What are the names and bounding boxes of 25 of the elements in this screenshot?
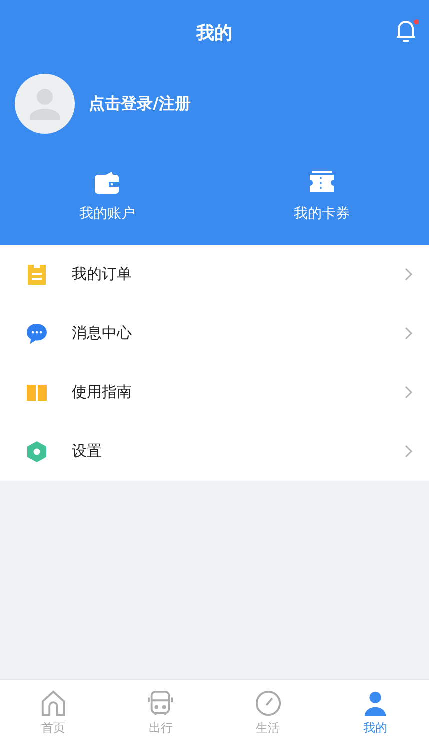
login-link[interactable]: 点击登录/注册 (89, 94, 191, 114)
tab[interactable]: 首页 (0, 680, 108, 746)
tab[interactable]: 生活 (214, 680, 322, 746)
chevron-icon (405, 386, 413, 399)
settings-icon (26, 440, 48, 462)
wallet-icon (94, 170, 120, 196)
menu-item[interactable]: 设置 (72, 442, 405, 461)
home-icon (40, 690, 68, 716)
gauge-icon (254, 690, 282, 716)
shortcut-button[interactable]: 我的账户 (0, 170, 214, 223)
clipboard-icon (26, 264, 48, 286)
tab[interactable]: 出行 (107, 680, 214, 746)
page-title: 我的 (196, 22, 232, 45)
menu-item[interactable]: 消息中心 (72, 324, 405, 343)
bus-icon (147, 690, 174, 716)
chevron-icon (405, 445, 413, 458)
menu-item[interactable]: 我的订单 (72, 265, 405, 284)
menu-item[interactable]: 使用指南 (72, 383, 405, 402)
chevron-icon (405, 327, 413, 340)
chat-icon (26, 322, 48, 344)
avatar[interactable] (15, 74, 75, 134)
bell-icon[interactable] (395, 18, 419, 44)
chevron-icon (405, 268, 413, 281)
tab[interactable]: 我的 (322, 680, 429, 746)
shortcut-button[interactable]: 我的卡券 (214, 170, 429, 223)
